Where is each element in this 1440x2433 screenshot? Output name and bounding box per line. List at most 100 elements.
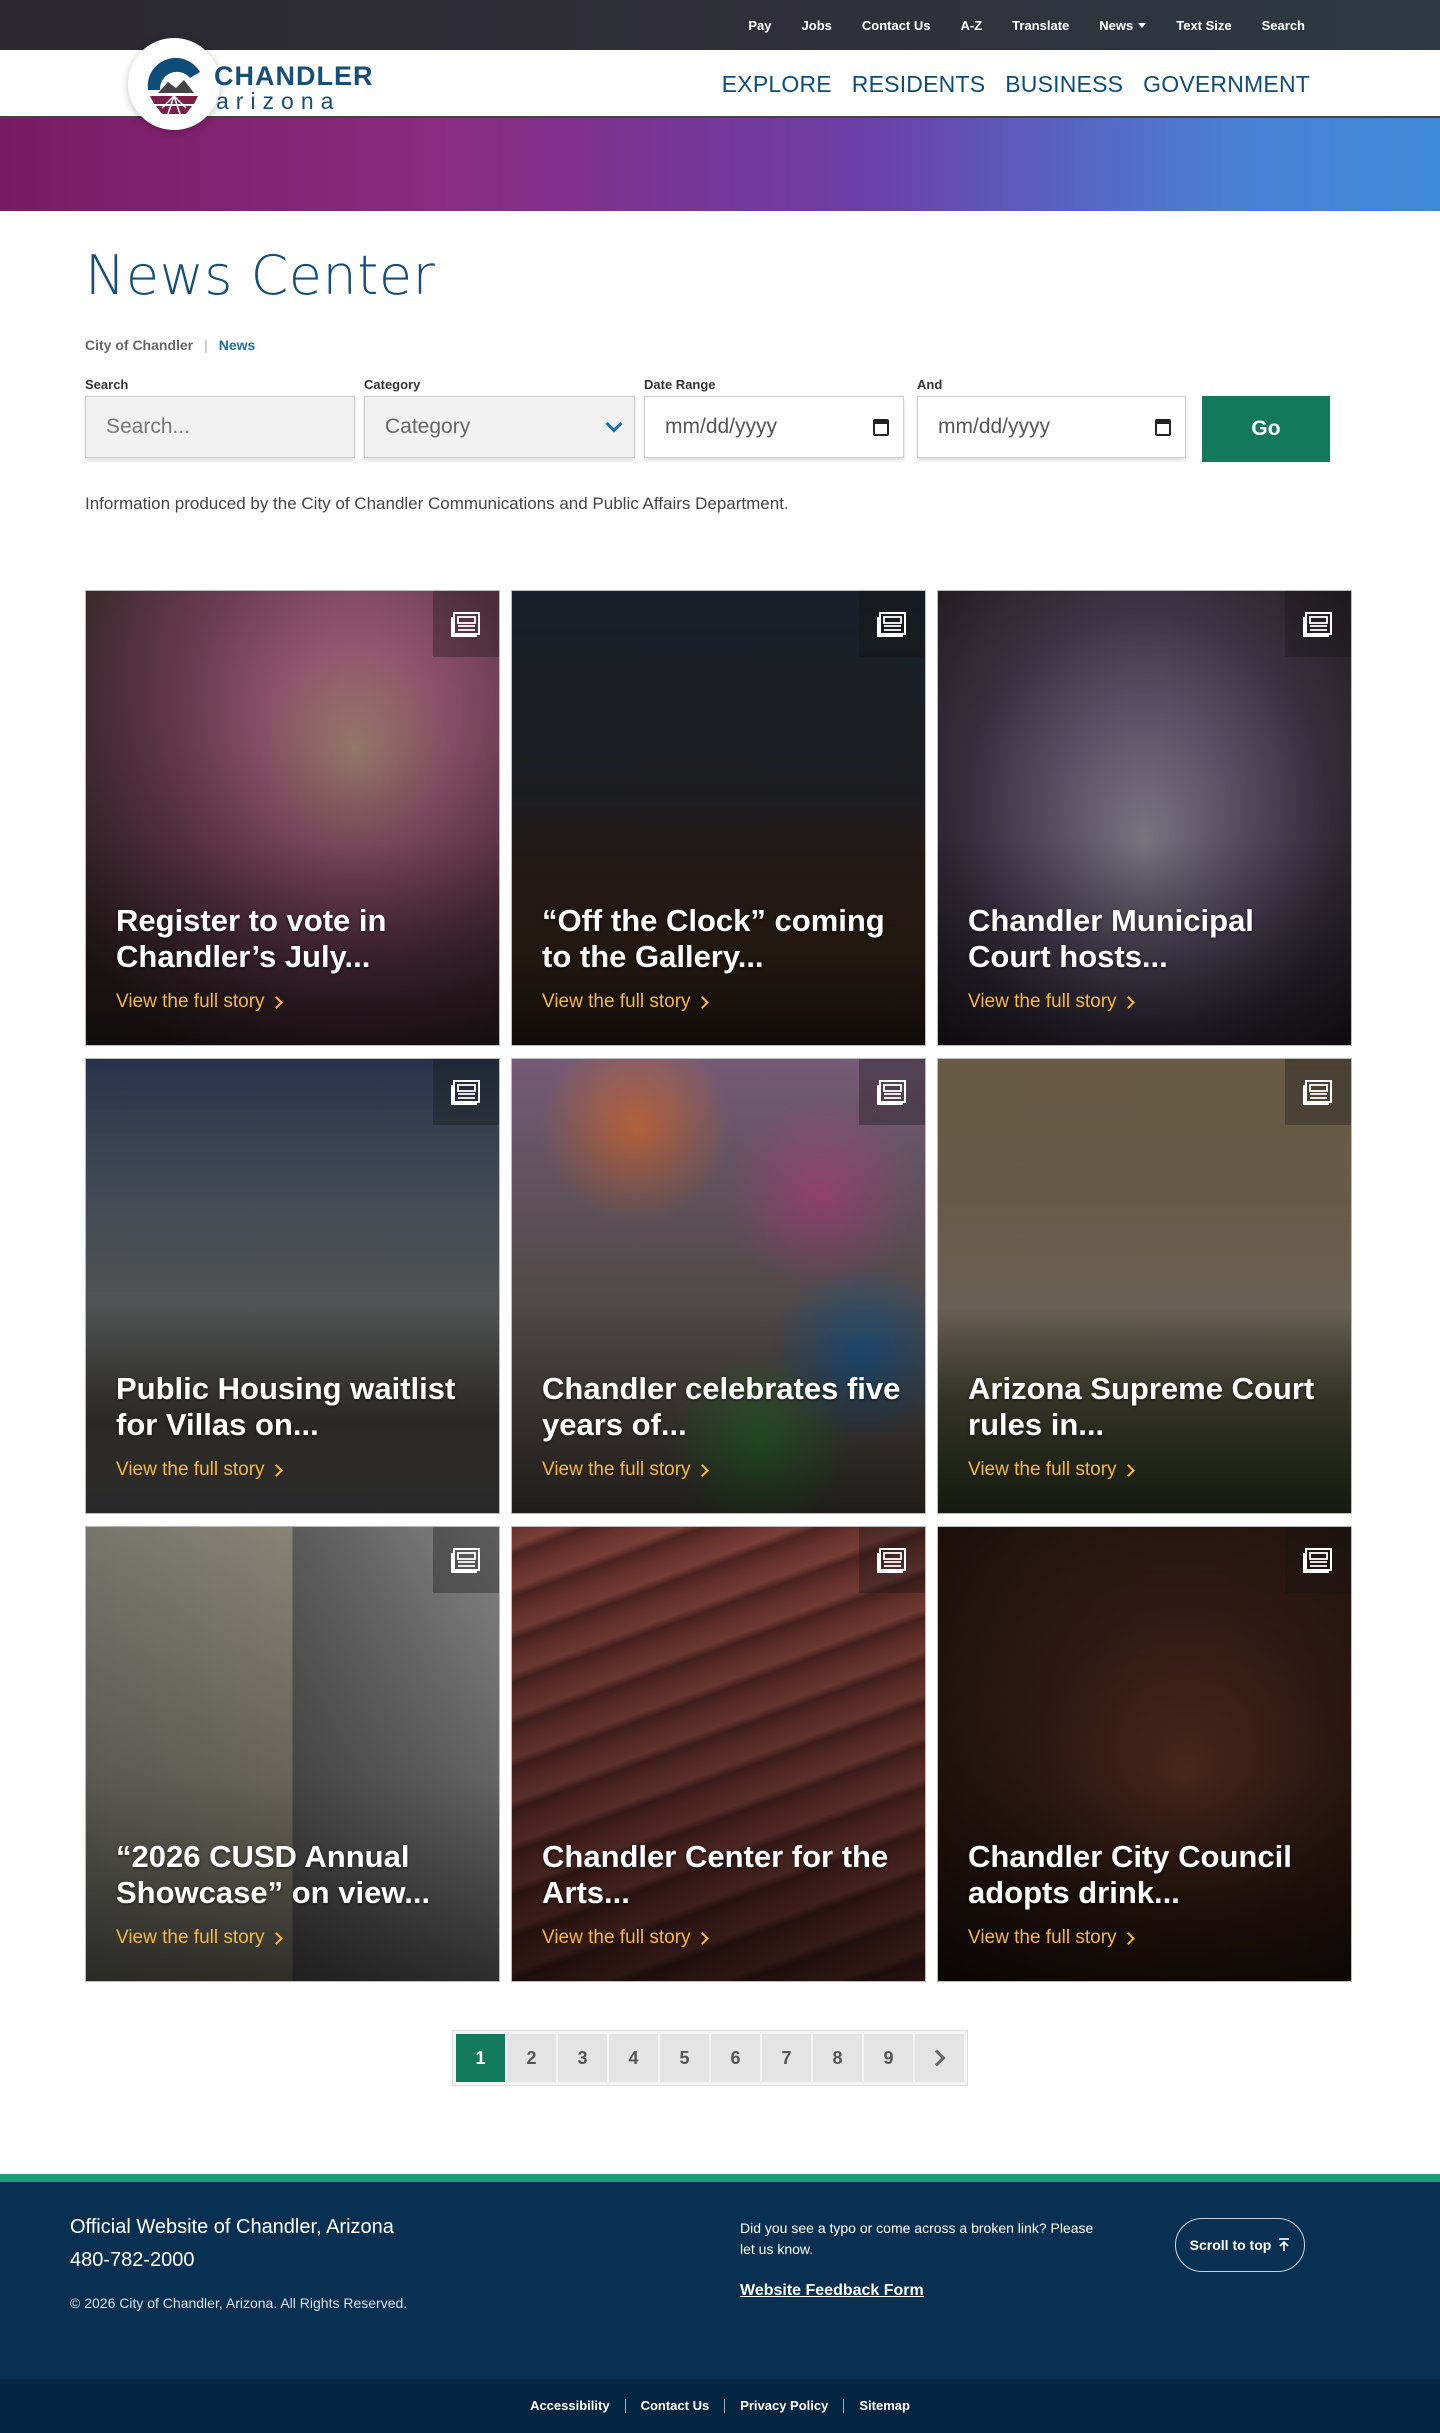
page-button[interactable]: 9 bbox=[864, 2034, 913, 2082]
newspaper-icon bbox=[433, 1527, 499, 1593]
footer-link-accessibility[interactable]: Accessibility bbox=[515, 2399, 625, 2413]
logo-sub: arizona bbox=[216, 88, 341, 114]
newspaper-icon bbox=[433, 591, 499, 657]
breadcrumb-separator: | bbox=[204, 337, 208, 353]
newspaper-icon bbox=[1285, 591, 1351, 657]
news-card[interactable]: Register to vote in Chandler’s July... V… bbox=[85, 590, 500, 1046]
view-story-label: View the full story bbox=[968, 991, 1117, 1012]
start-date-placeholder: mm/dd/yyyy bbox=[665, 415, 778, 438]
news-card[interactable]: Public Housing waitlist for Villas on...… bbox=[85, 1058, 500, 1514]
news-card[interactable]: “Off the Clock” coming to the Gallery...… bbox=[511, 590, 926, 1046]
view-story-link[interactable]: View the full story bbox=[116, 991, 283, 1013]
utility-link-a-z[interactable]: A-Z bbox=[961, 18, 983, 33]
page-button[interactable]: 2 bbox=[507, 2034, 556, 2082]
view-story-link[interactable]: View the full story bbox=[968, 991, 1135, 1013]
page-button[interactable]: 7 bbox=[762, 2034, 811, 2082]
breadcrumb-home[interactable]: City of Chandler bbox=[85, 337, 193, 353]
feedback-form-link[interactable]: Website Feedback Form bbox=[740, 2282, 924, 2300]
card-overlay bbox=[512, 1527, 925, 1981]
footer-copyright: © 2026 City of Chandler, Arizona. All Ri… bbox=[70, 2295, 408, 2311]
utility-link-search[interactable]: Search bbox=[1262, 18, 1305, 33]
utility-link-contact[interactable]: Contact Us bbox=[862, 18, 931, 33]
utility-link-jobs[interactable]: Jobs bbox=[802, 18, 832, 33]
view-story-link[interactable]: View the full story bbox=[542, 1927, 709, 1949]
search-input[interactable]: Search... bbox=[85, 396, 355, 458]
news-card[interactable]: Chandler celebrates five years of... Vie… bbox=[511, 1058, 926, 1514]
view-story-label: View the full story bbox=[542, 991, 691, 1012]
view-story-link[interactable]: View the full story bbox=[542, 991, 709, 1013]
utility-link-pay[interactable]: Pay bbox=[748, 18, 771, 33]
category-select[interactable]: Category bbox=[364, 396, 635, 458]
category-label: Category bbox=[364, 377, 421, 392]
calendar-icon[interactable] bbox=[1155, 418, 1171, 436]
card-title: Chandler City Council adopts drink... bbox=[968, 1839, 1292, 1910]
footer-link-sitemap[interactable]: Sitemap bbox=[843, 2399, 925, 2413]
nav-business[interactable]: BUSINESS bbox=[1005, 71, 1123, 98]
chevron-down-icon bbox=[605, 415, 623, 433]
chevron-right-icon bbox=[1121, 995, 1135, 1009]
scroll-to-top-button[interactable]: Scroll to top bbox=[1175, 2218, 1305, 2272]
news-card[interactable]: “2026 CUSD Annual Showcase” on view... V… bbox=[85, 1526, 500, 1982]
utility-bar: Pay Jobs Contact Us A-Z Translate News T… bbox=[0, 0, 1440, 50]
page-button-current[interactable]: 1 bbox=[456, 2034, 505, 2082]
footer-site-name: Official Website of Chandler, Arizona bbox=[70, 2216, 394, 2238]
chandler-logo-icon[interactable] bbox=[128, 38, 220, 130]
page-button[interactable]: 4 bbox=[609, 2034, 658, 2082]
card-title: Arizona Supreme Court rules in... bbox=[968, 1371, 1315, 1442]
footer-link-privacy[interactable]: Privacy Policy bbox=[724, 2399, 843, 2413]
card-title: “Off the Clock” coming to the Gallery... bbox=[542, 903, 885, 974]
news-card[interactable]: Chandler Municipal Court hosts... View t… bbox=[937, 590, 1352, 1046]
view-story-label: View the full story bbox=[542, 1459, 691, 1480]
card-title: “2026 CUSD Annual Showcase” on view... bbox=[116, 1839, 431, 1910]
news-card[interactable]: Chandler Center for the Arts... View the… bbox=[511, 1526, 926, 1982]
card-overlay bbox=[86, 1059, 499, 1513]
card-title: Chandler Municipal Court hosts... bbox=[968, 903, 1254, 974]
pagination: 1 2 3 4 5 6 7 8 9 bbox=[452, 2030, 968, 2086]
newspaper-icon bbox=[859, 1059, 925, 1125]
arrow-up-icon bbox=[1279, 2238, 1290, 2251]
nav-government[interactable]: GOVERNMENT bbox=[1143, 71, 1310, 98]
page-button[interactable]: 8 bbox=[813, 2034, 862, 2082]
end-date-placeholder: mm/dd/yyyy bbox=[938, 415, 1051, 438]
page-button[interactable]: 3 bbox=[558, 2034, 607, 2082]
footer-stripe bbox=[0, 2174, 1440, 2182]
chevron-right-icon bbox=[269, 995, 283, 1009]
chevron-right-icon bbox=[695, 1463, 709, 1477]
info-text: Information produced by the City of Chan… bbox=[85, 494, 789, 513]
card-title: Chandler celebrates five years of... bbox=[542, 1371, 901, 1442]
next-page-button[interactable] bbox=[915, 2034, 964, 2082]
nav-residents[interactable]: RESIDENTS bbox=[852, 71, 985, 98]
view-story-label: View the full story bbox=[116, 1459, 265, 1480]
news-card[interactable]: Chandler City Council adopts drink... Vi… bbox=[937, 1526, 1352, 1982]
search-label: Search bbox=[85, 377, 129, 392]
calendar-icon[interactable] bbox=[873, 418, 889, 436]
view-story-link[interactable]: View the full story bbox=[968, 1459, 1135, 1481]
card-overlay bbox=[512, 1059, 925, 1513]
go-button[interactable]: Go bbox=[1202, 396, 1330, 462]
footer-link-contact[interactable]: Contact Us bbox=[624, 2399, 725, 2413]
footer-phone[interactable]: 480-782-2000 bbox=[70, 2249, 195, 2272]
nav-explore[interactable]: EXPLORE bbox=[722, 71, 832, 98]
start-date-input[interactable]: mm/dd/yyyy bbox=[644, 396, 904, 458]
view-story-link[interactable]: View the full story bbox=[116, 1459, 283, 1481]
card-overlay bbox=[512, 591, 925, 1045]
view-story-link[interactable]: View the full story bbox=[968, 1927, 1135, 1949]
view-story-link[interactable]: View the full story bbox=[542, 1459, 709, 1481]
card-overlay bbox=[938, 1059, 1351, 1513]
news-card[interactable]: Arizona Supreme Court rules in... View t… bbox=[937, 1058, 1352, 1514]
view-story-label: View the full story bbox=[542, 1927, 691, 1948]
footer-bottom-links: Accessibility Contact Us Privacy Policy … bbox=[0, 2379, 1440, 2433]
utility-link-translate[interactable]: Translate bbox=[1012, 18, 1069, 33]
utility-link-text-size[interactable]: Text Size bbox=[1176, 18, 1231, 33]
logo-wordmark[interactable]: CHANDLER arizona bbox=[214, 62, 374, 114]
page-button[interactable]: 5 bbox=[660, 2034, 709, 2082]
utility-link-news[interactable]: News bbox=[1099, 18, 1147, 33]
page-button[interactable]: 6 bbox=[711, 2034, 760, 2082]
card-overlay bbox=[938, 1527, 1351, 1981]
newspaper-icon bbox=[859, 591, 925, 657]
view-story-link[interactable]: View the full story bbox=[116, 1927, 283, 1949]
view-story-label: View the full story bbox=[116, 1927, 265, 1948]
chevron-right-icon bbox=[1121, 1463, 1135, 1477]
end-date-input[interactable]: mm/dd/yyyy bbox=[917, 396, 1186, 458]
chevron-right-icon bbox=[695, 995, 709, 1009]
